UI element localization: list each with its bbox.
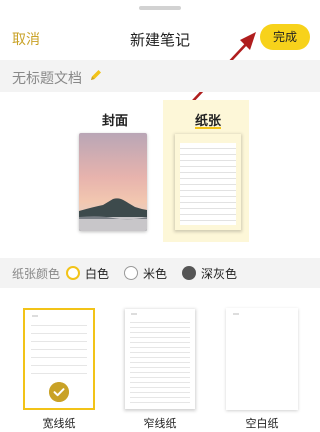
checkmark-icon — [49, 382, 69, 402]
color-option-dark-gray[interactable]: 深灰色 — [201, 265, 237, 282]
radio-dark-gray[interactable] — [182, 266, 196, 280]
margin-dot — [32, 315, 38, 317]
pencil-icon[interactable] — [89, 68, 103, 82]
radio-beige[interactable] — [124, 266, 138, 280]
paper-preview-image[interactable] — [174, 133, 242, 231]
done-button[interactable]: 完成 — [260, 24, 310, 50]
color-option-white[interactable]: 白色 — [85, 265, 109, 282]
radio-white[interactable] — [66, 266, 80, 280]
paper-type-label-blank: 空白纸 — [245, 417, 279, 430]
margin-dot — [131, 313, 137, 315]
paper-type-blank[interactable] — [226, 308, 298, 410]
paper-type-narrow-ruled[interactable] — [124, 308, 196, 410]
cover-preview-image[interactable] — [79, 133, 147, 231]
cancel-button[interactable]: 取消 — [12, 29, 40, 49]
document-name: 无标题文档 — [12, 71, 82, 87]
sheet-drag-handle[interactable] — [139, 6, 181, 10]
header-bar: 新建笔记 取消 完成 — [0, 18, 320, 60]
paper-color-row: 纸张颜色 白色 米色 深灰色 — [0, 258, 320, 288]
margin-dot — [233, 313, 239, 315]
paper-color-title: 纸张颜色 — [12, 267, 61, 281]
paper-type-label-narrow: 窄线纸 — [143, 417, 177, 430]
tab-selected-indicator — [195, 127, 221, 129]
tab-cover[interactable]: 封面 — [102, 110, 128, 129]
document-name-row[interactable]: 无标题文档 — [0, 60, 320, 92]
color-option-beige[interactable]: 米色 — [143, 265, 167, 282]
paper-type-label-wide: 宽线纸 — [42, 417, 76, 430]
paper-type-wide-ruled[interactable] — [23, 308, 95, 410]
